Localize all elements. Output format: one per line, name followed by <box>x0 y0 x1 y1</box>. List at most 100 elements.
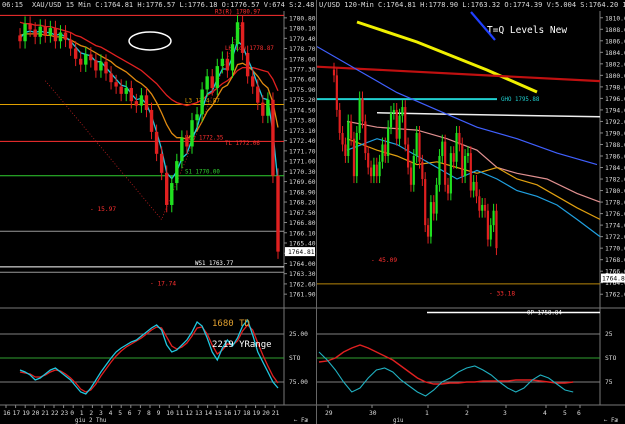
candle <box>367 153 370 168</box>
candle <box>449 153 452 194</box>
candle <box>134 101 139 106</box>
candle <box>200 89 204 115</box>
candle <box>180 137 184 162</box>
right-chart-panel[interactable]: U/USD 120-Min C:1764.81 H:1778.90 L:1763… <box>317 0 625 424</box>
candle <box>478 196 481 211</box>
left-time-label: 19 <box>22 410 30 417</box>
right-corner-label: ← Fæ <box>604 418 618 424</box>
left-price-tick-label: 1772.40 <box>289 138 316 145</box>
candle <box>205 76 209 90</box>
candle <box>124 88 128 94</box>
right-price-tick-label: 1794.00 <box>605 107 625 114</box>
candle <box>256 86 260 103</box>
right-time-label: 3 <box>503 410 507 417</box>
candle <box>190 120 194 147</box>
right-price-tick-label: 1776.00 <box>605 211 625 218</box>
left-price-tick-label: 1769.60 <box>289 179 316 186</box>
candle <box>139 95 144 106</box>
candle <box>429 202 432 237</box>
candle <box>266 99 270 116</box>
left-time-label: 21 <box>272 410 280 417</box>
left-price-tick-label: 1776.60 <box>289 77 316 84</box>
left-time-label: 13 <box>195 410 203 417</box>
left-price-tick-label: 1767.50 <box>289 210 316 217</box>
candle <box>401 107 404 116</box>
candle <box>375 164 378 177</box>
candle <box>358 98 361 133</box>
left-time-label: 9 <box>157 410 161 417</box>
candle <box>94 60 98 71</box>
left-time-label: 23 <box>61 410 69 417</box>
left-price-tick-label: 1777.30 <box>289 67 316 74</box>
candle <box>412 156 415 185</box>
right-price-tick-label: 1786.00 <box>605 154 625 161</box>
right-level-label: GHO 1795.88 <box>501 97 540 103</box>
left-price-tick-label: 1773.10 <box>289 128 316 135</box>
left-price-tick-label: 1768.20 <box>289 200 316 207</box>
candle <box>492 210 495 226</box>
candle <box>446 184 450 194</box>
candle <box>195 114 199 121</box>
left-time-label: 16 <box>3 410 11 417</box>
candle <box>109 73 113 83</box>
candle <box>455 132 458 162</box>
candle <box>378 161 381 177</box>
candle <box>79 58 83 65</box>
candle <box>458 132 461 145</box>
candle <box>344 144 347 156</box>
candle <box>251 76 255 87</box>
candle <box>364 121 367 154</box>
right-price-tick-label: 1784.00 <box>605 165 625 172</box>
candle <box>144 95 149 110</box>
left-time-label: 0 <box>70 410 74 417</box>
left-price-chart[interactable]: 1780.80 1780.10 1779.40 1778.70 1778.00 1777.… <box>0 0 316 424</box>
left-time-label: 16 <box>224 410 232 417</box>
left-price-tick-label: 1764.00 <box>289 261 316 268</box>
left-price-tick-label: 1765.40 <box>289 240 316 247</box>
right-price-tick-label: 1810.00 <box>605 15 625 22</box>
left-price-tick-label: 1766.10 <box>289 230 316 237</box>
candle <box>418 132 421 162</box>
left-time-label: 7 <box>137 410 141 417</box>
candle <box>28 23 32 30</box>
left-chart-panel[interactable]: XAU/USD 15 Min C:1764.81 H:1776.57 L:177… <box>0 0 316 424</box>
left-time-label: 2 <box>89 410 93 417</box>
right-price-tick-label: 1770.00 <box>605 246 625 253</box>
candle <box>421 161 424 180</box>
right-price-tick-label: 1790.00 <box>605 130 625 137</box>
candle <box>469 153 472 191</box>
right-price-tick-label: 1762.00 <box>605 292 625 299</box>
right-time-label: 30 <box>369 410 377 417</box>
left-price-tick-label: 1778.00 <box>289 56 316 63</box>
right-indicator-axis-label: 75 <box>605 379 613 386</box>
candle <box>352 138 356 177</box>
right-indicator-axis-label: STO <box>605 355 617 362</box>
left-price-tick-label: 1771.70 <box>289 148 316 155</box>
left-annotation: - 15.97 <box>90 206 116 213</box>
right-annotation: - 45.09 <box>371 257 397 264</box>
candle <box>245 52 250 77</box>
candle <box>438 156 441 185</box>
candle <box>472 181 475 191</box>
candle <box>53 28 58 42</box>
left-time-label: 10 <box>166 410 174 417</box>
right-date-label: giu <box>393 418 403 424</box>
left-time-label: 17 <box>233 410 241 417</box>
left-extra-level-label: TL 1772.06 <box>225 141 260 147</box>
right-price-tick-label: 1808.00 <box>605 27 625 34</box>
candle <box>369 167 373 177</box>
left-level-label: S1 1770.00 <box>185 170 220 176</box>
candle <box>495 210 498 249</box>
candle <box>335 75 338 110</box>
left-time-label: 17 <box>13 410 21 417</box>
right-price-tick-label: 1774.00 <box>605 223 625 230</box>
left-time-label: 8 <box>147 410 151 417</box>
left-time-label: 14 <box>205 410 213 417</box>
candle <box>73 48 78 59</box>
candle <box>395 109 398 139</box>
right-price-chart[interactable]: T=Q Levels New 1810.00 1808.00 1806.00 1804.… <box>317 0 625 424</box>
left-corner-label: ← Fæ <box>294 418 308 424</box>
candle <box>409 167 413 185</box>
candle <box>444 141 447 185</box>
left-price-tick-label: 1773.80 <box>289 118 316 125</box>
